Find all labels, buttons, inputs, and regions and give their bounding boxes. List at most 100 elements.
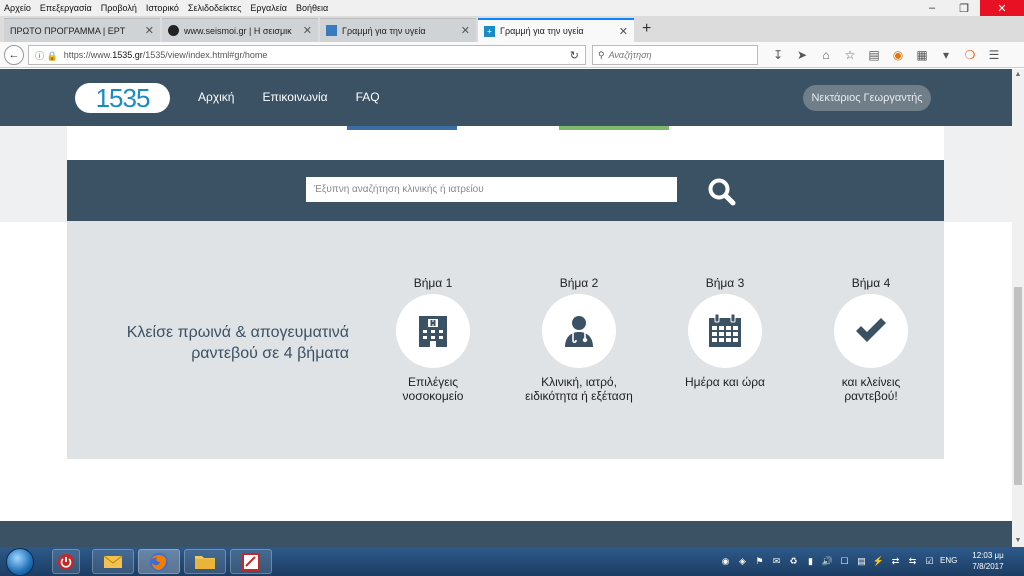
addon-icon[interactable]: ❍ xyxy=(958,48,982,62)
green-button-edge[interactable] xyxy=(559,126,669,130)
blue-button-edge[interactable] xyxy=(347,126,457,130)
tab-label: Γραμμή για την υγεία xyxy=(500,26,584,36)
menu-view[interactable]: Προβολή xyxy=(101,3,137,13)
tray-volume-icon[interactable]: 🔊 xyxy=(820,556,835,568)
back-button[interactable]: ← xyxy=(4,44,24,65)
page-scrollbar[interactable]: ▲ ▼ xyxy=(1012,69,1024,547)
tab-seismoi[interactable]: www.seismoi.gr | Η σεισμικ ✕ xyxy=(162,18,318,42)
firefox-app-button[interactable] xyxy=(138,549,180,574)
file-explorer-button[interactable] xyxy=(184,549,226,574)
tab-health-line-1[interactable]: Γραμμή για την υγεία ✕ xyxy=(320,18,476,42)
url-text: https://www.1535.gr/1535/view/index.html… xyxy=(63,50,268,60)
new-tab-button[interactable]: + xyxy=(642,18,651,42)
menu-file[interactable]: Αρχείο xyxy=(4,3,31,13)
step-circle xyxy=(542,294,616,368)
bookmark-star-icon[interactable]: ☆ xyxy=(838,48,862,62)
send-icon[interactable]: ➤ xyxy=(790,48,814,62)
language-indicator[interactable]: ENG xyxy=(940,556,957,565)
tray-antivirus-icon[interactable]: ◉ xyxy=(718,556,733,568)
step-title: Βήμα 4 xyxy=(851,276,891,290)
search-icon: ⚲ xyxy=(598,49,605,60)
url-bar[interactable]: ⓘ 🔒 https://www.1535.gr/1535/view/index.… xyxy=(28,45,586,65)
tray-update-icon[interactable]: ♻ xyxy=(786,556,801,568)
nav-home-link[interactable]: Αρχική xyxy=(198,90,234,104)
minimize-button[interactable]: – xyxy=(916,0,948,16)
scroll-down-icon[interactable]: ▼ xyxy=(1012,535,1024,547)
step-3: Βήμα 3 Ημέρα και ώρα xyxy=(650,276,800,389)
step-2: Βήμα 2 Κλινική, ιατρό, ειδικότητα ή εξέτα… xyxy=(504,276,654,403)
image-editor-icon xyxy=(242,552,260,571)
tab-label: www.seismoi.gr | Η σεισμικ xyxy=(184,25,292,36)
menu-tools[interactable]: Εργαλεία xyxy=(250,3,287,13)
tray-sync-icon[interactable]: ⇄ xyxy=(888,556,903,568)
menu-help[interactable]: Βοήθεια xyxy=(296,3,328,13)
search-icon[interactable] xyxy=(706,176,738,208)
paint-app-button[interactable] xyxy=(230,549,272,574)
tab-health-line-active[interactable]: + Γραμμή για την υγεία ✕ xyxy=(478,18,634,42)
reload-icon[interactable]: ↻ xyxy=(570,49,579,62)
tray-sync2-icon[interactable]: ⇆ xyxy=(905,556,920,568)
step-title: Βήμα 1 xyxy=(413,276,453,290)
clipboard-icon[interactable]: ▦ xyxy=(910,48,934,62)
extension-icon[interactable]: ◉ xyxy=(886,48,910,62)
tray-security-icon[interactable]: ◈ xyxy=(735,556,750,568)
toolbar-icons: ↧ ➤ ⌂ ☆ ▤ ◉ ▦ ▾ ❍ ☰ xyxy=(766,45,1006,65)
tray-device-icon[interactable]: ▮ xyxy=(803,556,818,568)
reading-list-icon[interactable]: ▤ xyxy=(862,48,886,62)
clock-time: 12:03 μμ xyxy=(972,551,1004,560)
power-app-button[interactable] xyxy=(52,549,80,574)
tab-close-icon[interactable]: ✕ xyxy=(461,24,470,37)
scrollbar-thumb[interactable] xyxy=(1014,287,1022,485)
scroll-up-icon[interactable]: ▲ xyxy=(1012,69,1024,81)
messenger-app-button[interactable] xyxy=(92,549,134,574)
browser-search-field[interactable]: ⚲ Αναζήτηση xyxy=(592,45,758,65)
clinic-search-input[interactable] xyxy=(306,177,677,202)
taskbar-clock[interactable]: 12:03 μμ 7/8/2017 xyxy=(966,550,1010,572)
user-account-button[interactable]: Νεκτάριος Γεωργαντής xyxy=(803,85,931,111)
seismoi-favicon-icon xyxy=(168,25,179,36)
arrow-left-icon: ← xyxy=(8,48,20,61)
tab-label: Γραμμή για την υγεία xyxy=(342,25,426,36)
tray-power-icon[interactable]: ⚡ xyxy=(871,556,886,568)
tray-chat-icon[interactable]: ☐ xyxy=(837,556,852,568)
lock-icon[interactable]: ⓘ 🔒 xyxy=(35,49,58,62)
tab-close-icon[interactable]: ✕ xyxy=(619,25,628,38)
tray-network-icon[interactable]: ▤ xyxy=(854,556,869,568)
home-icon[interactable]: ⌂ xyxy=(814,48,838,62)
tray-flag-icon[interactable]: ⚑ xyxy=(752,556,767,568)
hamburger-menu-icon[interactable]: ☰ xyxy=(982,48,1006,62)
folder-icon xyxy=(195,555,215,569)
site-logo[interactable]: 1535 xyxy=(75,83,170,113)
menu-history[interactable]: Ιστορικό xyxy=(146,3,179,13)
window-controls: – ❐ ✕ xyxy=(916,0,1024,16)
menu-bar: Αρχείο Επεξεργασία Προβολή Ιστορικό Σελι… xyxy=(0,0,1024,16)
plus-favicon-icon: + xyxy=(484,25,495,37)
tray-messenger-icon[interactable]: ✉ xyxy=(769,556,784,568)
site-nav: Αρχική Επικοινωνία FAQ xyxy=(198,90,408,104)
step-circle xyxy=(396,294,470,368)
nav-contact-link[interactable]: Επικοινωνία xyxy=(262,90,327,104)
health-favicon-icon xyxy=(326,25,337,36)
hospital-icon xyxy=(419,316,447,347)
restore-button[interactable]: ❐ xyxy=(948,0,980,16)
navigation-bar: ← ⓘ 🔒 https://www.1535.gr/1535/view/inde… xyxy=(0,42,1024,68)
menu-edit[interactable]: Επεξεργασία xyxy=(40,3,92,13)
step-description: Επιλέγεις νοσοκομείο xyxy=(402,375,464,403)
booking-tagline: Κλείσε πρωινά & απογευματινά ραντεβού σε… xyxy=(126,324,349,362)
step-4: Βήμα 4 και κλείνεις ραντεβού! xyxy=(796,276,946,403)
tab-close-icon[interactable]: ✕ xyxy=(303,24,312,37)
close-window-button[interactable]: ✕ xyxy=(980,0,1024,16)
tab-ert[interactable]: ΠΡΩΤΟ ΠΡΟΓΡΑΜΜΑ | ΕΡΤ ✕ xyxy=(4,18,160,42)
nav-faq-link[interactable]: FAQ xyxy=(356,90,380,104)
tab-strip: ΠΡΩΤΟ ΠΡΟΓΡΑΜΜΑ | ΕΡΤ ✕ www.seismoi.gr |… xyxy=(0,16,1024,42)
content-box xyxy=(67,126,944,162)
tab-close-icon[interactable]: ✕ xyxy=(145,24,154,37)
clock-date: 7/8/2017 xyxy=(972,562,1004,571)
site-header: 1535 Αρχική Επικοινωνία FAQ Νεκτάριος Γε… xyxy=(0,69,1012,126)
tray-shield-icon[interactable]: ☑ xyxy=(922,556,937,568)
start-button[interactable] xyxy=(6,547,34,576)
dropdown-icon[interactable]: ▾ xyxy=(934,48,958,62)
step-title: Βήμα 2 xyxy=(559,276,599,290)
menu-bookmarks[interactable]: Σελιδοδείκτες xyxy=(188,3,242,13)
download-icon[interactable]: ↧ xyxy=(766,48,790,62)
